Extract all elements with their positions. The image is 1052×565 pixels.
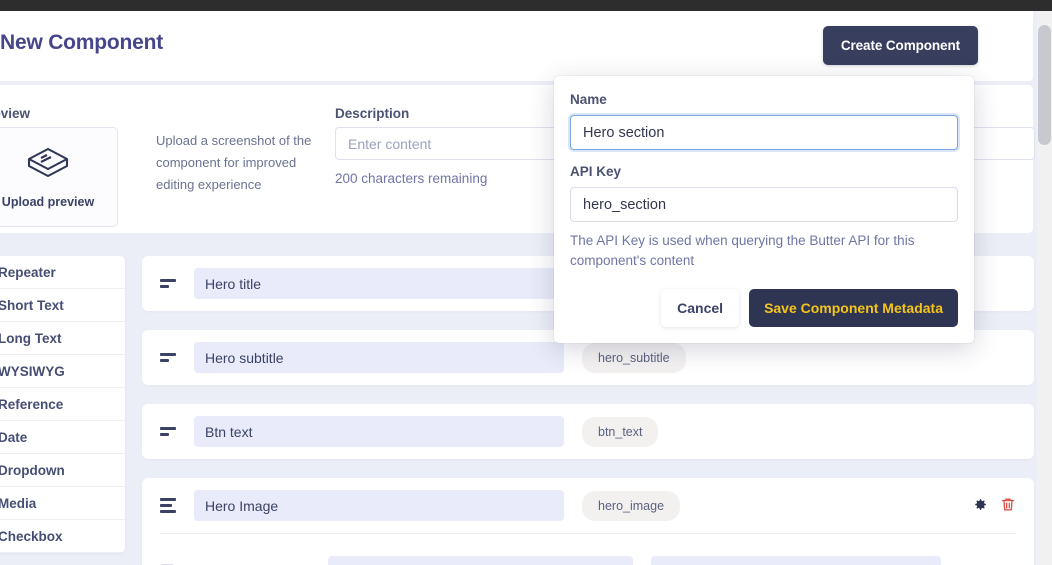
save-component-metadata-button[interactable]: Save Component Metadata [749,289,958,327]
field-name-input[interactable] [194,268,564,299]
field-type-label: WYSIWYG [0,363,65,379]
field-type-item-media[interactable]: Media [0,487,125,520]
api-key-hint-text: The API Key is used when querying the Bu… [570,233,915,268]
field-type-item-long-text[interactable]: Long Text [0,322,125,355]
upload-preview-dropzone[interactable]: Upload preview [0,127,118,227]
field-row-main: btn_text [142,404,1034,459]
gear-icon[interactable] [971,496,988,513]
popover-name-label: Name [570,92,607,107]
field-type-label: Media [0,495,37,511]
upload-help-text: Upload a screenshot of the component for… [156,133,312,192]
drag-handle-icon[interactable] [160,279,182,288]
field-type-list: Repeater Short Text Long Text WYSIWYG Refere… [0,256,125,553]
app-root: New Component Create Component Preview U… [0,0,1052,565]
stack-icon [26,146,70,187]
upload-preview-label: Upload preview [1,194,95,209]
field-type-item-date[interactable]: Date [0,421,125,454]
field-row-settings: Required?Long Text▼ [160,533,1016,565]
field-type-label: Reference [0,396,64,412]
field-api-key-badge: hero_image [582,490,681,521]
field-name-input[interactable] [194,342,564,373]
drag-handle-icon[interactable] [160,427,182,436]
page-scrollbar-thumb[interactable] [1038,25,1051,145]
field-name-input[interactable] [194,416,564,447]
page-scrollbar-track[interactable] [1037,11,1052,565]
field-api-key-badge: hero_subtitle [582,342,686,373]
component-name-input[interactable] [570,115,958,150]
field-type-item-repeater[interactable]: Repeater [0,256,125,289]
field-type-item-checkbox[interactable]: Checkbox [0,520,125,553]
component-metadata-popover: Name API Key The API Key is used when qu… [554,76,974,343]
preview-label: Preview [0,106,31,121]
field-type-select[interactable]: Long Text▼ [651,555,941,565]
field-row-actions [971,496,1016,513]
browser-chrome-bar [0,0,1052,11]
create-component-button[interactable]: Create Component [822,26,978,65]
field-type-label: Date [0,429,28,445]
field-name-input[interactable] [194,490,564,521]
cancel-button[interactable]: Cancel [661,289,740,327]
drag-handle-icon[interactable] [160,353,182,362]
field-type-label: Dropdown [0,462,65,478]
field-type-item-short-text[interactable]: Short Text [0,289,125,322]
field-row: btn_text [142,404,1034,459]
page-header: New Component Create Component [0,11,1033,81]
description-label: Description [335,106,410,121]
field-row-main: hero_image [142,478,1034,533]
field-type-label: Checkbox [0,528,63,544]
drag-handle-icon[interactable] [160,498,182,513]
field-type-item-wysiwyg[interactable]: WYSIWYG [0,355,125,388]
field-type-item-reference[interactable]: Reference [0,388,125,421]
page-title: New Component [0,31,164,54]
component-api-key-input[interactable] [570,187,958,222]
popover-api-key-label: API Key [570,164,622,179]
field-type-label: Long Text [0,330,62,346]
field-type-label: Short Text [0,297,64,313]
field-api-key-badge: btn_text [582,416,659,447]
field-type-label: Repeater [0,264,56,280]
field-row: hero_image Required?Long Text▼ [142,478,1034,565]
characters-remaining-text: 200 characters remaining [335,171,488,186]
help-text-input[interactable] [328,555,633,565]
popover-actions: Cancel Save Component Metadata [570,289,958,327]
field-type-item-dropdown[interactable]: Dropdown [0,454,125,487]
trash-icon[interactable] [1000,496,1016,513]
